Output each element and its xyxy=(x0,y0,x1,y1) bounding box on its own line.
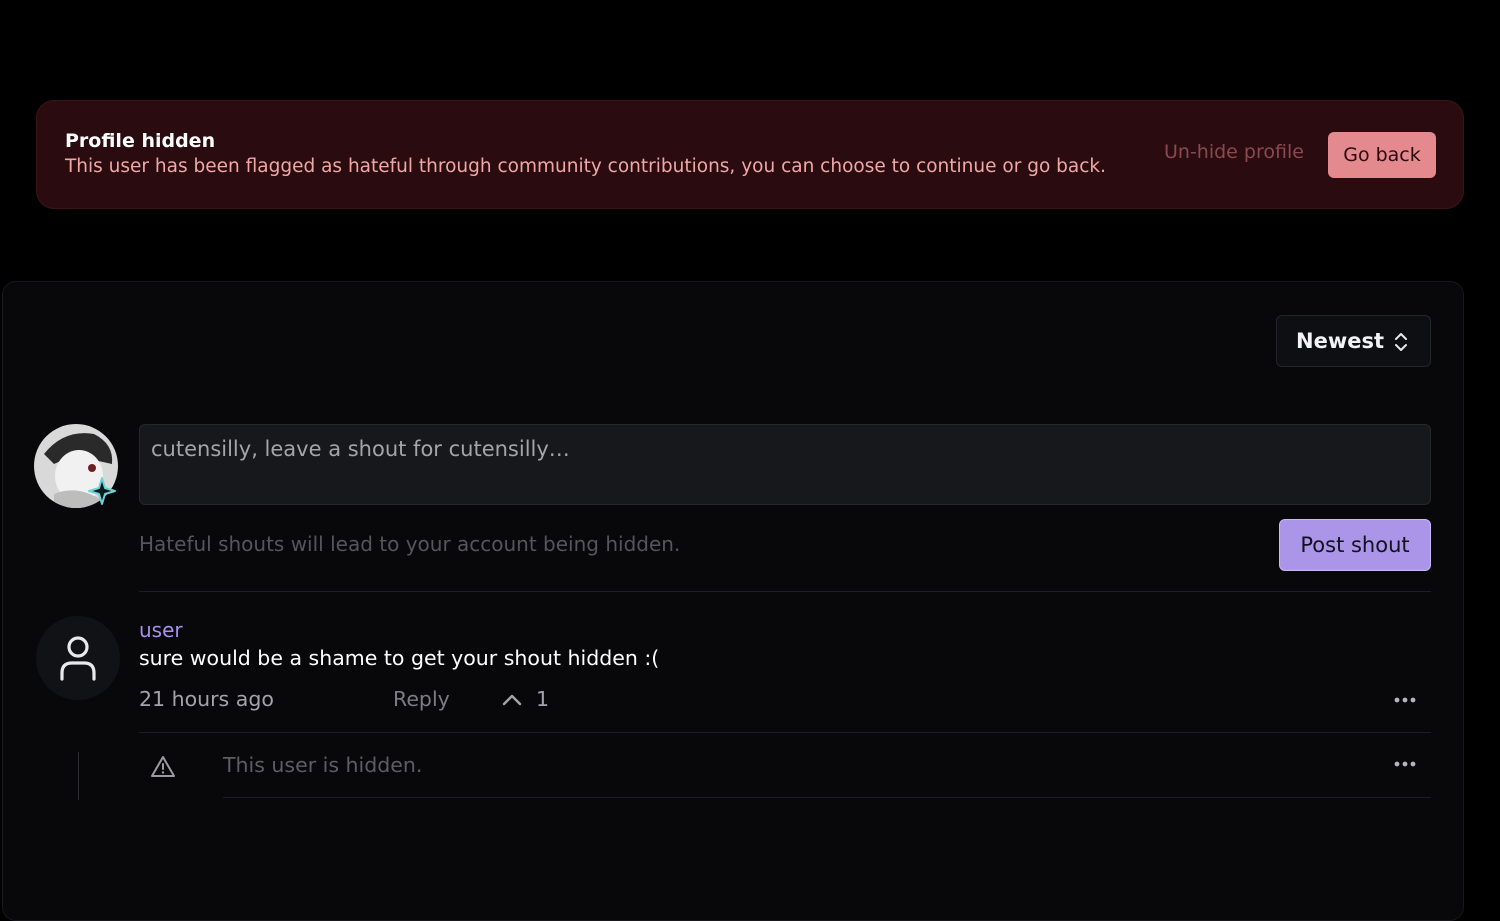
divider xyxy=(139,732,1431,733)
warning-icon xyxy=(151,756,175,777)
upvote-icon[interactable] xyxy=(501,692,523,708)
shout-input[interactable] xyxy=(139,424,1431,505)
divider xyxy=(139,591,1431,592)
user-icon xyxy=(60,636,96,681)
shouts-panel: Newest Hateful shouts will lead to your … xyxy=(2,281,1464,921)
post-shout-button[interactable]: Post shout xyxy=(1279,519,1431,571)
unhide-profile-button[interactable]: Un-hide profile xyxy=(1164,141,1304,163)
go-back-button[interactable]: Go back xyxy=(1328,132,1436,178)
comment-timestamp: 21 hours ago xyxy=(139,687,274,711)
current-user-avatar[interactable] xyxy=(34,424,118,508)
upvote-count: 1 xyxy=(536,687,550,711)
sort-select[interactable]: Newest xyxy=(1276,315,1431,367)
comment-username[interactable]: user xyxy=(139,618,183,642)
more-options-icon[interactable] xyxy=(1393,760,1417,768)
divider xyxy=(223,797,1431,798)
hidden-reply-text: This user is hidden. xyxy=(223,753,423,777)
banner-title: Profile hidden xyxy=(65,130,216,152)
comment-text: sure would be a shame to get your shout … xyxy=(139,646,660,670)
banner-message: This user has been flagged as hateful th… xyxy=(65,156,1106,177)
thread-line xyxy=(78,752,79,800)
hidden-profile-banner: Profile hidden This user has been flagge… xyxy=(36,100,1464,209)
more-options-icon[interactable] xyxy=(1393,696,1417,704)
chevron-up-down-icon xyxy=(1395,333,1407,351)
comment-avatar[interactable] xyxy=(36,616,120,700)
sort-selected-label: Newest xyxy=(1296,329,1384,353)
reply-button[interactable]: Reply xyxy=(393,687,450,711)
shout-hint: Hateful shouts will lead to your account… xyxy=(139,532,681,556)
